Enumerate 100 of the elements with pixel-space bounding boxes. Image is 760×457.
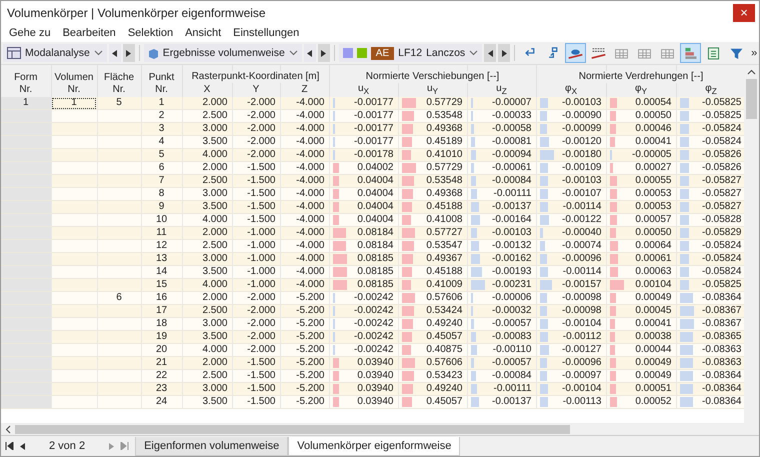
table-cell: 2.000 xyxy=(202,162,228,173)
menu-item[interactable]: Einstellungen xyxy=(227,27,306,39)
table-cell: 0.00038 xyxy=(635,331,672,342)
table-cell: -0.05825 xyxy=(702,279,742,290)
menu-item[interactable]: Ansicht xyxy=(179,27,228,39)
table-cell: 0.03940 xyxy=(357,370,394,381)
value-bar xyxy=(470,254,480,264)
value-bar xyxy=(540,176,548,186)
sheet-tab[interactable]: Volumenkörper eigenformweise xyxy=(288,436,460,456)
next-button[interactable] xyxy=(318,44,330,62)
value-bar xyxy=(540,215,549,225)
table-cell: 0.04004 xyxy=(357,188,394,199)
table-cell: -0.00110 xyxy=(492,344,532,355)
toolbar-button[interactable] xyxy=(680,43,702,63)
table-cell: -0.08364 xyxy=(702,383,742,394)
table-cell: -1.500 xyxy=(247,175,276,186)
value-bar xyxy=(402,397,412,407)
table-cell: -4.000 xyxy=(296,136,324,147)
value-bar xyxy=(332,215,340,225)
previous-button[interactable] xyxy=(484,44,496,62)
table-cell: -0.00061 xyxy=(492,162,532,173)
table-cell: 0.00064 xyxy=(635,240,672,251)
table-cell: 0.41008 xyxy=(426,214,462,225)
table-cell: -0.00006 xyxy=(492,292,532,303)
table-cell: 0.49240 xyxy=(426,383,462,394)
table-cell: -0.00098 xyxy=(562,292,602,303)
value-bar xyxy=(680,306,694,316)
menu-item[interactable]: Selektion xyxy=(122,27,180,39)
value-bar xyxy=(540,241,546,251)
analysis-dropdown[interactable]: Modalanalyse xyxy=(3,44,107,62)
scrollbar-thumb[interactable] xyxy=(15,424,570,434)
table-cell: -0.00097 xyxy=(562,370,602,381)
table-cell: -0.00033 xyxy=(492,110,532,121)
table-cell: 2.500 xyxy=(202,370,228,381)
table-cell: -5.200 xyxy=(296,383,324,394)
previous-button[interactable] xyxy=(304,44,316,62)
value-bar xyxy=(680,189,690,199)
table-cell: -2.000 xyxy=(247,149,276,160)
scrollbar-thumb[interactable] xyxy=(746,79,757,119)
first-page-icon[interactable] xyxy=(5,442,14,450)
value-bar xyxy=(402,371,414,381)
value-bar xyxy=(402,228,416,238)
table-cell: 0.00051 xyxy=(635,383,672,394)
table-cell: 3.500 xyxy=(202,266,228,277)
value-bar xyxy=(680,111,690,121)
menu-item[interactable]: Gehe zu xyxy=(3,27,57,39)
value-bar xyxy=(680,124,690,134)
load-case-dropdown[interactable]: AE LF12 Lanczos xyxy=(338,44,482,62)
value-bar xyxy=(470,163,474,173)
table-cell: -0.05824 xyxy=(702,123,742,134)
table-cell: 0.45188 xyxy=(426,201,462,212)
value-bar xyxy=(680,254,690,264)
last-page-icon[interactable] xyxy=(120,442,130,450)
toolbar-button[interactable] xyxy=(565,43,586,63)
menu-item[interactable]: Bearbeiten xyxy=(56,27,122,39)
table-cell: 0.03940 xyxy=(357,357,394,368)
table-cell: 0.45188 xyxy=(426,266,462,277)
value-bar xyxy=(680,176,690,186)
result-mode-dropdown[interactable]: Ergebnisse volumenweise xyxy=(144,44,302,62)
table-cell: -0.08367 xyxy=(702,305,742,316)
value-bar xyxy=(402,332,412,342)
table-cell: -1.500 xyxy=(247,396,276,407)
value-bar xyxy=(402,293,416,303)
table-cell: -0.00193 xyxy=(492,266,532,277)
table-cell: 9 xyxy=(158,201,164,212)
value-bar xyxy=(332,254,346,264)
previous-button[interactable] xyxy=(108,44,121,62)
group-header: Normierte Verschiebungen [--] xyxy=(366,71,500,82)
table-cell: -4.000 xyxy=(296,266,324,277)
table-cell: 0.45057 xyxy=(426,396,462,407)
value-bar xyxy=(680,98,690,108)
table-cell: -4.000 xyxy=(296,279,324,290)
next-button[interactable] xyxy=(122,44,135,62)
table-cell: 2.500 xyxy=(202,175,228,186)
value-bar xyxy=(610,137,616,147)
value-bar xyxy=(540,124,548,134)
table-cell: -0.00109 xyxy=(562,162,602,173)
value-bar xyxy=(540,319,548,329)
value-bar xyxy=(680,332,694,342)
value-bar xyxy=(610,241,618,251)
sheet-tab[interactable]: Eigenformen volumenweise xyxy=(135,436,288,456)
table-cell: 2.000 xyxy=(202,97,228,108)
table-cell: 0.53547 xyxy=(426,240,462,251)
table-cell: 2.000 xyxy=(202,227,228,238)
table-cell: -1.000 xyxy=(247,227,276,238)
chevron-down-icon xyxy=(288,50,298,56)
table-cell: -0.00157 xyxy=(562,279,602,290)
next-button[interactable] xyxy=(498,44,510,62)
right-arrow-icon xyxy=(502,50,507,56)
table-cell: 18 xyxy=(156,318,168,329)
close-button[interactable]: × xyxy=(733,4,755,22)
value-bar xyxy=(680,150,690,160)
value-bar xyxy=(540,397,548,407)
left-arrow-icon xyxy=(307,50,312,56)
more-button[interactable]: » xyxy=(751,47,758,59)
table-cell: -0.00058 xyxy=(492,123,532,134)
table-cell: -0.00177 xyxy=(354,123,394,134)
table-cell: -0.00120 xyxy=(562,136,602,147)
value-bar xyxy=(540,332,548,342)
table-cell: -0.08365 xyxy=(702,331,742,342)
